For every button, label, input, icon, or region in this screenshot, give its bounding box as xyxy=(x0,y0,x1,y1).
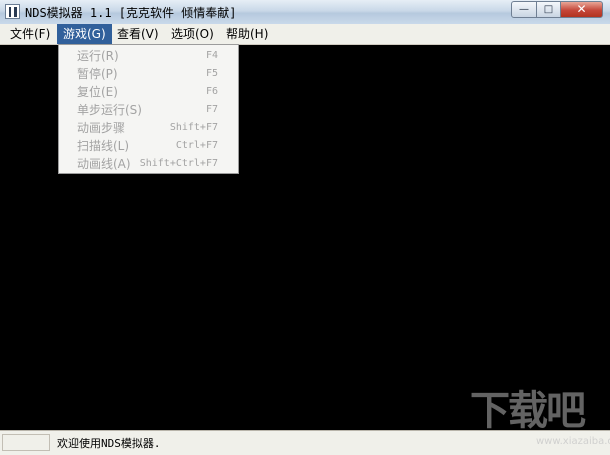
menu-file[interactable]: 文件(F) xyxy=(4,24,56,44)
menu-item-label: 动画线(A) xyxy=(77,157,131,171)
menu-item-shortcut: Shift+F7 xyxy=(169,122,218,133)
watermark-logo-text: 下载吧 xyxy=(470,388,586,434)
menu-help[interactable]: 帮助(H) xyxy=(220,24,274,44)
menu-item-shortcut: F4 xyxy=(205,50,218,61)
menu-item-pause[interactable]: 暂停(P) F5 xyxy=(59,65,238,83)
menu-item-animate-step[interactable]: 动画步骤 Shift+F7 xyxy=(59,119,238,137)
status-message: 欢迎使用NDS模拟器. xyxy=(57,437,161,450)
maximize-button[interactable]: □ xyxy=(536,1,561,18)
window-title: NDS模拟器 1.1 [克克软件 倾情奉献] xyxy=(25,6,237,20)
menu-options[interactable]: 选项(O) xyxy=(165,24,220,44)
menu-item-shortcut: F7 xyxy=(205,104,218,115)
menu-item-scanline[interactable]: 扫描线(L) Ctrl+F7 xyxy=(59,137,238,155)
menu-item-label: 扫描线(L) xyxy=(77,139,130,153)
menu-view[interactable]: 查看(V) xyxy=(111,24,165,44)
minimize-button[interactable]: — xyxy=(511,1,537,18)
watermark-logo: 下载吧 xyxy=(470,378,608,438)
emulator-window: NDS模拟器 1.1 [克克软件 倾情奉献] — □ ✕ 文件(F) 游戏(G)… xyxy=(0,0,610,455)
menu-item-shortcut: Shift+Ctrl+F7 xyxy=(139,158,218,169)
menu-item-label: 运行(R) xyxy=(77,49,119,63)
menu-item-step[interactable]: 单步运行(S) F7 xyxy=(59,101,238,119)
menu-item-label: 复位(E) xyxy=(77,85,118,99)
app-icon[interactable] xyxy=(5,4,20,19)
watermark-url: www.xiazaiba.com xyxy=(536,436,610,447)
menu-item-shortcut: Ctrl+F7 xyxy=(175,140,218,151)
menu-item-animate-line[interactable]: 动画线(A) Shift+Ctrl+F7 xyxy=(59,155,238,173)
menu-item-shortcut: F6 xyxy=(205,86,218,97)
menu-item-shortcut: F5 xyxy=(205,68,218,79)
status-panel xyxy=(2,434,50,451)
close-button[interactable]: ✕ xyxy=(560,1,603,18)
menu-bar: 文件(F) 游戏(G) 查看(V) 选项(O) 帮助(H) xyxy=(0,24,610,45)
menu-game[interactable]: 游戏(G) xyxy=(57,24,112,44)
menu-item-reset[interactable]: 复位(E) F6 xyxy=(59,83,238,101)
menu-item-run[interactable]: 运行(R) F4 xyxy=(59,47,238,65)
game-menu-dropdown: 运行(R) F4 暂停(P) F5 复位(E) F6 单步运行(S) F7 动画… xyxy=(58,44,239,174)
menu-item-label: 动画步骤 xyxy=(77,121,126,135)
title-bar[interactable]: NDS模拟器 1.1 [克克软件 倾情奉献] — □ ✕ xyxy=(0,0,610,25)
menu-item-label: 单步运行(S) xyxy=(77,103,142,117)
menu-item-label: 暂停(P) xyxy=(77,67,118,81)
